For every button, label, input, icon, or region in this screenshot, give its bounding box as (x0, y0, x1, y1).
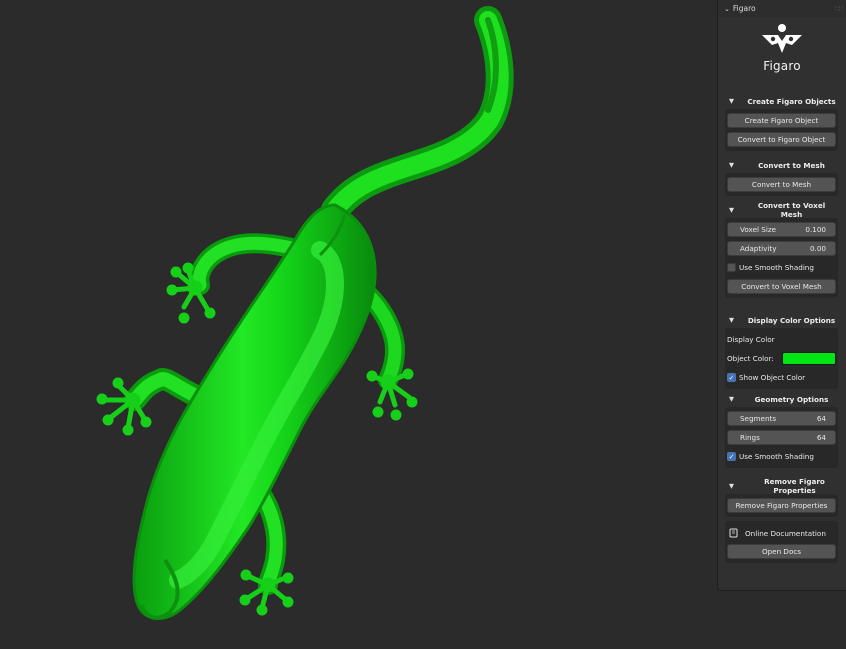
section-remove-body: Remove Figaro Properties (725, 494, 838, 517)
logo-text: Figaro (763, 59, 801, 73)
convert-to-voxel-mesh-button[interactable]: Convert to Voxel Mesh (727, 279, 836, 294)
section-geometry-body: Segments 64 Rings 64 ✓ Use Smooth Shadin… (725, 407, 838, 468)
triangle-down-icon[interactable]: ▼ (729, 316, 747, 324)
object-color-swatch[interactable] (782, 352, 836, 365)
voxel-smooth-shading-row[interactable]: Use Smooth Shading (727, 260, 836, 275)
open-docs-button[interactable]: Open Docs (727, 544, 836, 559)
section-geometry-header[interactable]: ▼ Geometry Options (718, 391, 846, 407)
geometry-smooth-shading-checkbox[interactable]: ✓ (727, 452, 736, 461)
show-object-color-checkbox[interactable]: ✓ (727, 373, 736, 382)
chevron-down-icon[interactable]: ⌄ (724, 5, 730, 13)
rings-field[interactable]: Rings 64 (727, 430, 836, 445)
voxel-size-field[interactable]: Voxel Size 0.100 (727, 222, 836, 237)
triangle-down-icon[interactable]: ▼ (729, 206, 747, 214)
section-create-header[interactable]: ▼ Create Figaro Objects (718, 93, 846, 109)
figaro-logo-icon (762, 24, 802, 53)
figaro-logo: Figaro (718, 17, 846, 93)
panel-header[interactable]: ⌄ Figaro ∷∷ (718, 0, 846, 17)
voxel-size-value: 0.100 (805, 225, 826, 234)
convert-to-figaro-object-button[interactable]: Convert to Figaro Object (727, 132, 836, 147)
remove-figaro-properties-button[interactable]: Remove Figaro Properties (727, 498, 836, 513)
section-mesh-header[interactable]: ▼ Convert to Mesh (718, 157, 846, 173)
triangle-down-icon[interactable]: ▼ (729, 97, 747, 105)
3d-viewport[interactable] (0, 0, 716, 649)
triangle-down-icon[interactable]: ▼ (729, 395, 747, 403)
create-figaro-object-button[interactable]: Create Figaro Object (727, 113, 836, 128)
section-remove-header[interactable]: ▼ Remove Figaro Properties (718, 477, 846, 495)
section-display-body: Display Color Object Color: ✓ Show Objec… (725, 328, 838, 389)
triangle-down-icon[interactable]: ▼ (729, 161, 747, 169)
panel-title: Figaro (732, 4, 756, 13)
section-mesh-body: Convert to Mesh (725, 173, 838, 196)
triangle-down-icon[interactable]: ▼ (729, 482, 747, 490)
object-color-row: Object Color: (727, 351, 836, 366)
section-voxel-body: Voxel Size 0.100 Adaptivity 0.00 Use Smo… (725, 218, 838, 298)
voxel-smooth-shading-checkbox[interactable] (727, 263, 736, 272)
adaptivity-value: 0.00 (809, 244, 826, 253)
show-object-color-row[interactable]: ✓ Show Object Color (727, 370, 836, 385)
section-create-body: Create Figaro Object Convert to Figaro O… (725, 109, 838, 151)
book-icon (729, 528, 738, 538)
segments-value: 64 (816, 414, 826, 423)
segments-field[interactable]: Segments 64 (727, 411, 836, 426)
geometry-smooth-shading-row[interactable]: ✓ Use Smooth Shading (727, 449, 836, 464)
lizard-tail (321, 6, 514, 224)
section-voxel-header[interactable]: ▼ Convert to Voxel Mesh (718, 201, 846, 219)
rings-value: 64 (816, 433, 826, 442)
adaptivity-field[interactable]: Adaptivity 0.00 (727, 241, 836, 256)
figaro-panel: ⌄ Figaro ∷∷ Figaro ▼ Create Figaro Objec… (717, 0, 846, 591)
section-docs-body: Online Documentation Open Docs (725, 521, 838, 563)
section-display-header[interactable]: ▼ Display Color Options (718, 312, 846, 328)
drag-handle-icon[interactable]: ∷∷ (835, 5, 843, 13)
display-color-label: Display Color (727, 335, 775, 344)
lizard-body (132, 203, 377, 620)
lizard-model[interactable] (0, 0, 716, 649)
convert-to-mesh-button[interactable]: Convert to Mesh (727, 177, 836, 192)
online-documentation-row: Online Documentation (727, 525, 836, 541)
